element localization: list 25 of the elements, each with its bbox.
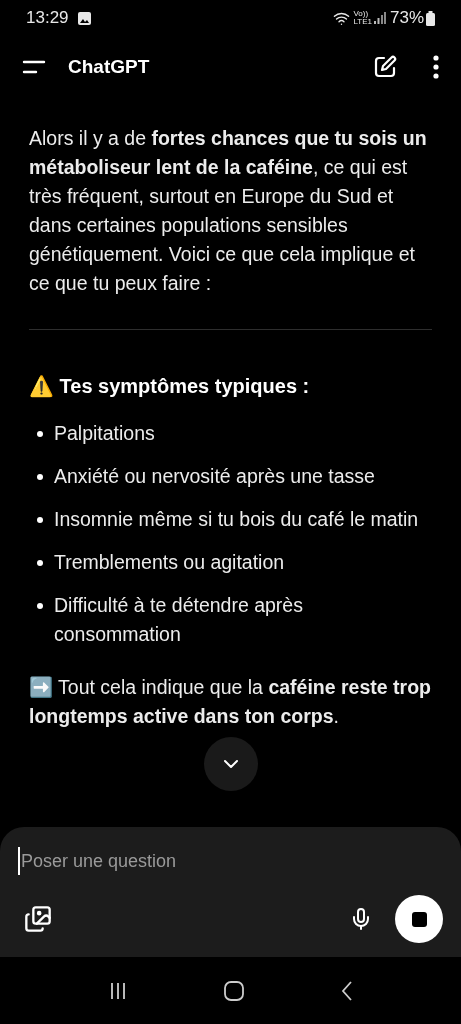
image-icon [76, 10, 92, 26]
question-input[interactable]: Poser une question [18, 847, 443, 875]
lte-label: LTE1 [353, 18, 372, 26]
signal-icon [373, 11, 386, 25]
app-title: ChatGPT [68, 54, 150, 79]
bullet-text: Difficulté à te détendre après consommation [54, 593, 304, 647]
back-icon[interactable] [340, 980, 353, 1001]
gallery-icon[interactable] [24, 905, 52, 933]
bullet-text: Tremblements ou agitation [54, 550, 285, 575]
message-paragraph: Alors il y a de fortes chances que tu sois un métaboliseur lent de la caféine, ce qui est très fréquent, surtout en Europe du Sud et dans certaines populations sensibles génétiquement. Voici ce que cela implique et ce que tu peux faire : [29, 126, 428, 296]
bullet-text: Anxiété ou nervosité après une tasse [54, 464, 375, 489]
bullet-text: Palpitations [54, 421, 155, 446]
battery-percent: 73% [389, 7, 424, 30]
stop-button[interactable] [395, 895, 443, 943]
more-icon[interactable] [433, 55, 439, 79]
home-icon[interactable] [223, 980, 244, 1001]
recent-apps-icon[interactable] [108, 981, 127, 1000]
status-time: 13:29 [26, 7, 69, 30]
battery-icon [426, 10, 435, 26]
conclusion-paragraph: ➡ Tout cela indique que la caféine reste trop longtemps active dans ton corps. [29, 675, 432, 729]
volte-label: Vo)) [353, 10, 369, 18]
section-heading: ⚠ Tes symptômes typiques : [29, 374, 311, 400]
bullet-text: Insomnie même si tu bois du café le matin [54, 507, 419, 532]
menu-icon[interactable] [22, 59, 46, 75]
edit-icon[interactable] [373, 55, 397, 79]
